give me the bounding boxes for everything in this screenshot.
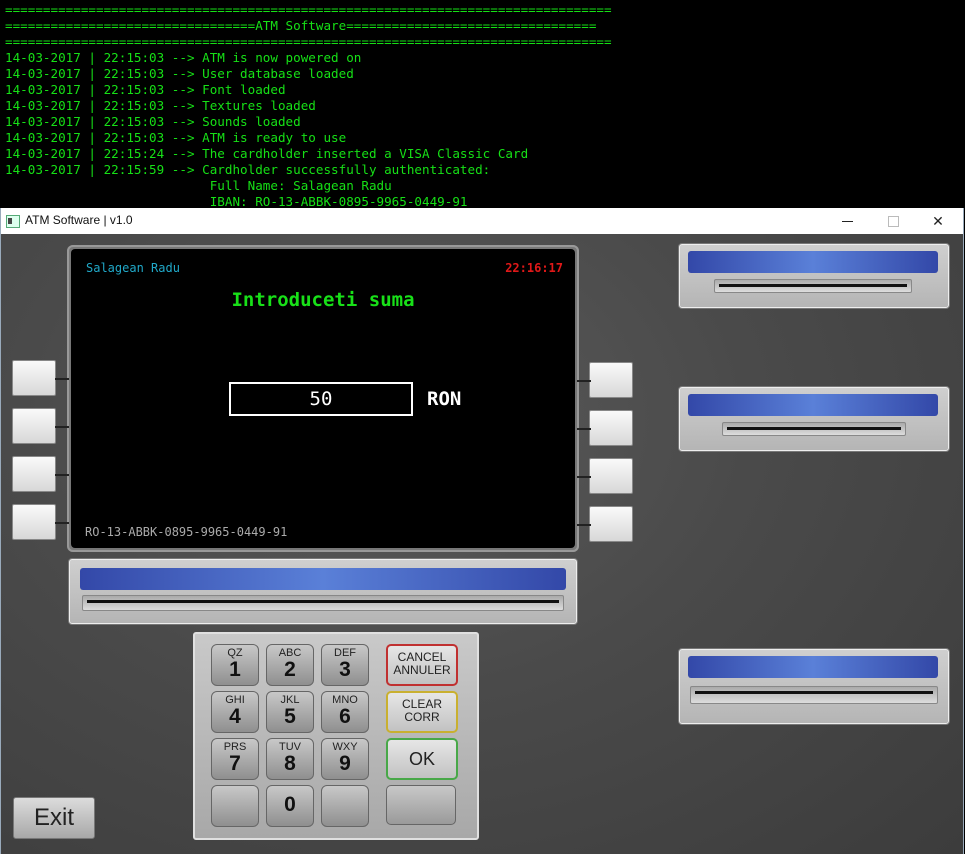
- key-6[interactable]: MNO 6: [321, 691, 369, 733]
- side-key-left-4[interactable]: [12, 504, 56, 540]
- console-line: Full Name: Salagean Radu: [5, 178, 392, 193]
- side-key-connector: [577, 428, 591, 430]
- cancel-button[interactable]: CANCEL ANNULER: [386, 644, 458, 686]
- deposit-slot[interactable]: [679, 649, 949, 724]
- close-button[interactable]: ✕: [915, 208, 961, 234]
- currency-label: RON: [427, 388, 462, 410]
- side-key-connector: [55, 378, 69, 380]
- maximize-button[interactable]: [871, 208, 917, 234]
- key-2[interactable]: ABC 2: [266, 644, 314, 686]
- console-line: 14-03-2017 | 22:15:24 --> The cardholder…: [5, 146, 529, 161]
- receipt-slot: [69, 559, 577, 624]
- side-key-left-2[interactable]: [12, 408, 56, 444]
- key-3[interactable]: DEF 3: [321, 644, 369, 686]
- side-key-connector: [577, 524, 591, 526]
- console-line: 14-03-2017 | 22:15:03 --> Font loaded: [5, 82, 286, 97]
- console-line: 14-03-2017 | 22:15:03 --> Textures loade…: [5, 98, 316, 113]
- console-line: 14-03-2017 | 22:15:03 --> ATM is ready t…: [5, 130, 347, 145]
- minimize-button[interactable]: [825, 208, 871, 234]
- ok-button[interactable]: OK: [386, 738, 458, 780]
- amount-input[interactable]: 50: [229, 382, 413, 416]
- side-key-connector: [55, 522, 69, 524]
- side-key-right-3[interactable]: [589, 458, 633, 494]
- key-4[interactable]: GHI 4: [211, 691, 259, 733]
- atm-screen: Salagean Radu 22:16:17 Introduceti suma …: [71, 249, 575, 548]
- side-key-right-4[interactable]: [589, 506, 633, 542]
- key-blank-right[interactable]: [321, 785, 369, 827]
- cash-slot[interactable]: [679, 387, 949, 451]
- screen-clock: 22:16:17: [505, 261, 563, 275]
- key-5[interactable]: JKL 5: [266, 691, 314, 733]
- console-line: 14-03-2017 | 22:15:03 --> User database …: [5, 66, 354, 81]
- exit-button[interactable]: Exit: [13, 797, 95, 839]
- key-8[interactable]: TUV 8: [266, 738, 314, 780]
- key-7[interactable]: PRS 7: [211, 738, 259, 780]
- key-blank-function[interactable]: [386, 785, 456, 825]
- title-bar[interactable]: ATM Software | v1.0 ✕: [1, 208, 963, 234]
- console-line: ========================================…: [5, 2, 612, 17]
- clear-button[interactable]: CLEAR CORR: [386, 691, 458, 733]
- card-slot[interactable]: [679, 244, 949, 308]
- iban-label: RO-13-ABBK-0895-9965-0449-91: [85, 525, 288, 539]
- side-key-connector: [55, 474, 69, 476]
- pin-keypad: QZ 1 ABC 2 DEF 3 GHI 4 JKL 5 MNO 6 PRS 7 TUV 8 W…: [193, 632, 479, 840]
- window-title: ATM Software | v1.0: [25, 213, 133, 227]
- screen-prompt: Introduceti suma: [231, 289, 415, 311]
- key-9[interactable]: WXY 9: [321, 738, 369, 780]
- console-line: ========================================…: [5, 34, 612, 49]
- key-1[interactable]: QZ 1: [211, 644, 259, 686]
- side-key-right-2[interactable]: [589, 410, 633, 446]
- console-output: ========================================…: [0, 0, 965, 212]
- key-blank-left[interactable]: [211, 785, 259, 827]
- side-key-connector: [55, 426, 69, 428]
- console-line: 14-03-2017 | 22:15:03 --> ATM is now pow…: [5, 50, 362, 65]
- console-line: 14-03-2017 | 22:15:59 --> Cardholder suc…: [5, 162, 491, 177]
- side-key-right-1[interactable]: [589, 362, 633, 398]
- side-key-connector: [577, 476, 591, 478]
- side-key-left-3[interactable]: [12, 456, 56, 492]
- app-icon: [6, 215, 20, 228]
- atm-window: ATM Software | v1.0 ✕ Salagean Radu 22:1…: [0, 208, 964, 854]
- key-0[interactable]: 0: [266, 785, 314, 827]
- atm-panel: Salagean Radu 22:16:17 Introduceti suma …: [1, 234, 963, 854]
- cardholder-name: Salagean Radu: [86, 261, 180, 275]
- console-line: =================================ATM Sof…: [5, 18, 597, 33]
- side-key-connector: [577, 380, 591, 382]
- console-line: 14-03-2017 | 22:15:03 --> Sounds loaded: [5, 114, 301, 129]
- side-key-left-1[interactable]: [12, 360, 56, 396]
